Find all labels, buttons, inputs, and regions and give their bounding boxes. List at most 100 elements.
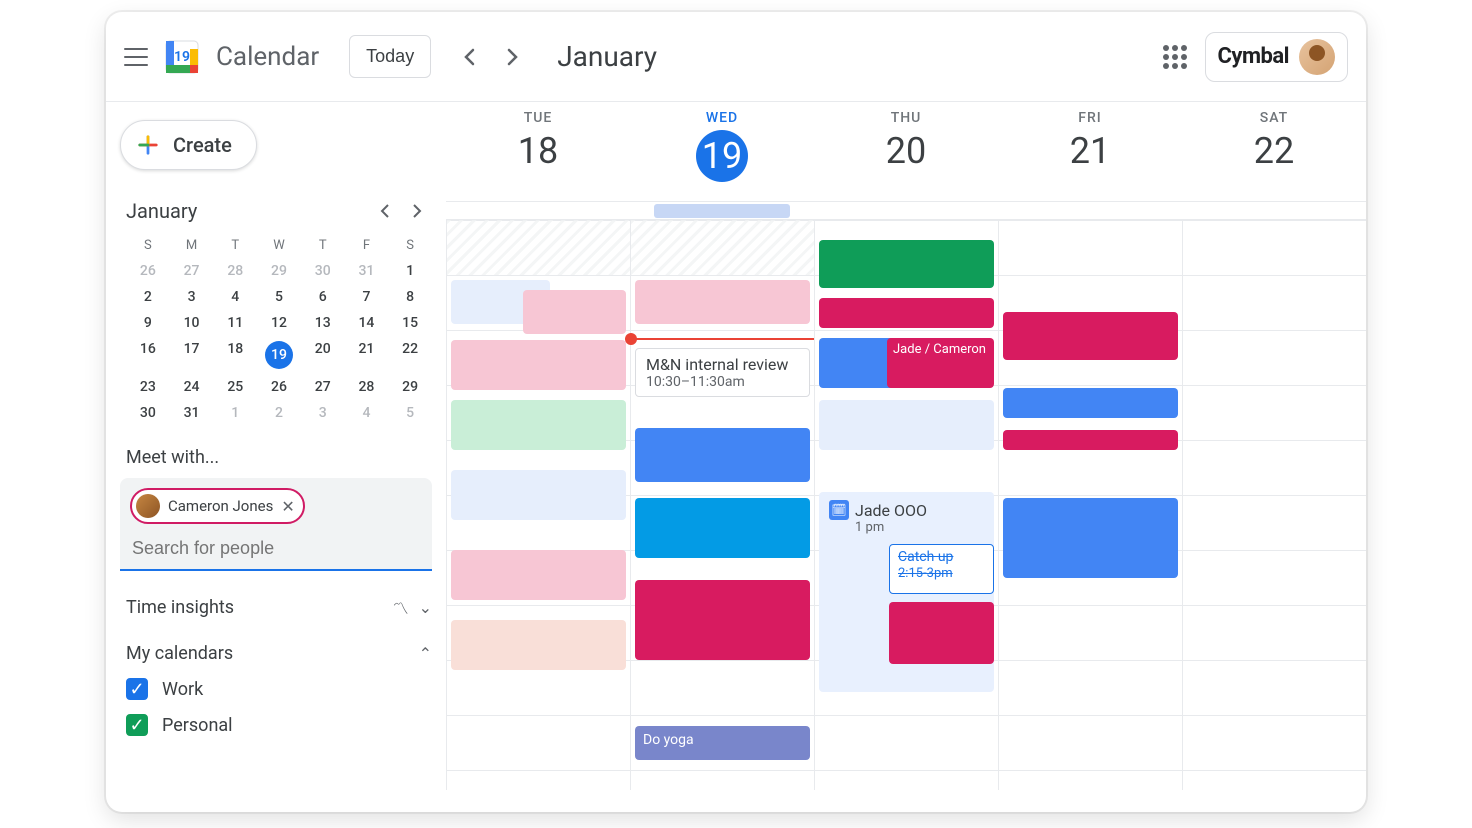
mini-day[interactable]: 25 [213, 379, 257, 395]
day-header[interactable]: WED19 [630, 102, 814, 201]
declined-event[interactable]: Catch up 2:15-3pm [889, 544, 994, 594]
remove-chip-icon[interactable]: ✕ [281, 497, 294, 516]
event-block[interactable] [635, 498, 810, 558]
mini-day[interactable]: 16 [126, 341, 170, 369]
mini-day[interactable]: 8 [388, 289, 432, 305]
prev-period-button[interactable] [449, 37, 489, 77]
mini-day[interactable]: 3 [301, 405, 345, 421]
mini-day[interactable]: 5 [257, 289, 301, 305]
mini-day[interactable]: 27 [170, 263, 214, 279]
dow-label: SAT [1182, 110, 1366, 126]
mini-day[interactable]: 30 [126, 405, 170, 421]
day-header[interactable]: SAT22 [1182, 102, 1366, 201]
person-chip[interactable]: Cameron Jones ✕ [130, 488, 305, 524]
next-period-button[interactable] [493, 37, 533, 77]
calendar-item[interactable]: ✓Work [126, 678, 432, 700]
calendar-item[interactable]: ✓Personal [126, 714, 432, 736]
event-block[interactable] [451, 400, 626, 450]
mini-day[interactable]: 11 [213, 315, 257, 331]
event-block[interactable]: Do yoga [635, 726, 810, 760]
mini-day[interactable]: 30 [301, 263, 345, 279]
date-number: 19 [630, 130, 814, 182]
event-block[interactable] [523, 290, 626, 334]
event-block[interactable] [635, 280, 810, 324]
mini-day[interactable]: 23 [126, 379, 170, 395]
event-block[interactable] [1003, 430, 1178, 450]
day-column-fri [998, 220, 1182, 790]
my-calendars-row[interactable]: My calendars ⌃ [120, 643, 432, 664]
mini-day[interactable]: 4 [213, 289, 257, 305]
search-people-input[interactable] [130, 524, 422, 569]
mini-day[interactable]: 31 [170, 405, 214, 421]
event-block[interactable] [819, 240, 994, 288]
mini-day[interactable]: 2 [257, 405, 301, 421]
mini-day[interactable]: 7 [345, 289, 389, 305]
mini-day[interactable]: 3 [170, 289, 214, 305]
day-header[interactable]: TUE18 [446, 102, 630, 201]
event-block[interactable]: Jade / Cameron [887, 338, 994, 388]
mini-day[interactable]: 1 [388, 263, 432, 279]
mini-day[interactable]: 19 [257, 341, 301, 369]
mini-day[interactable]: 15 [388, 315, 432, 331]
mini-day[interactable]: 1 [213, 405, 257, 421]
event-block[interactable] [451, 340, 626, 390]
event-block[interactable] [1003, 498, 1178, 578]
google-apps-icon[interactable] [1163, 45, 1187, 69]
mini-day[interactable]: 29 [257, 263, 301, 279]
menu-icon[interactable] [124, 45, 148, 69]
mini-next-button[interactable] [402, 196, 432, 226]
mini-day[interactable]: 20 [301, 341, 345, 369]
event-block[interactable] [451, 550, 626, 600]
mini-day[interactable]: 2 [126, 289, 170, 305]
event-block[interactable] [889, 602, 994, 664]
mini-calendar: January SMTWTFS2627282930311234567891011… [120, 196, 432, 421]
mini-day[interactable]: 26 [126, 263, 170, 279]
time-grid[interactable]: M&N internal review 10:30–11:30am Do yog… [446, 220, 1366, 790]
mini-day[interactable]: 21 [345, 341, 389, 369]
event-block[interactable] [1003, 312, 1178, 360]
event-block[interactable] [819, 298, 994, 328]
event-title: Catch up [898, 549, 953, 565]
mini-day[interactable]: 28 [213, 263, 257, 279]
mini-day[interactable]: 17 [170, 341, 214, 369]
calendar-checkbox[interactable]: ✓ [126, 678, 148, 700]
event-block[interactable] [635, 580, 810, 660]
ooo-icon: 🗓 [829, 500, 849, 520]
mini-prev-button[interactable] [370, 196, 400, 226]
allday-event[interactable] [654, 204, 790, 218]
today-button[interactable]: Today [349, 35, 431, 78]
mini-day[interactable]: 12 [257, 315, 301, 331]
suggested-event[interactable]: M&N internal review 10:30–11:30am [635, 348, 810, 397]
create-button[interactable]: Create [120, 120, 257, 170]
mini-day[interactable]: 24 [170, 379, 214, 395]
mini-day[interactable]: 18 [213, 341, 257, 369]
mini-day[interactable]: 29 [388, 379, 432, 395]
mini-dow: M [170, 238, 214, 253]
mini-day[interactable]: 4 [345, 405, 389, 421]
date-number: 18 [446, 130, 630, 172]
mini-day[interactable]: 10 [170, 315, 214, 331]
mini-day[interactable]: 22 [388, 341, 432, 369]
mini-day[interactable]: 5 [388, 405, 432, 421]
event-block[interactable] [451, 620, 626, 670]
mini-day[interactable]: 13 [301, 315, 345, 331]
event-block[interactable] [635, 428, 810, 482]
account-chip[interactable]: Cymbal [1205, 32, 1349, 82]
calendar-checkbox[interactable]: ✓ [126, 714, 148, 736]
mini-day[interactable]: 28 [345, 379, 389, 395]
event-block[interactable] [819, 400, 994, 450]
suggested-event-title: M&N internal review [646, 355, 788, 374]
period-nav [449, 37, 533, 77]
mini-day[interactable]: 31 [345, 263, 389, 279]
day-header[interactable]: THU20 [814, 102, 998, 201]
event-block[interactable] [451, 470, 626, 520]
mini-day[interactable]: 9 [126, 315, 170, 331]
person-avatar [136, 494, 160, 518]
mini-day[interactable]: 6 [301, 289, 345, 305]
event-block[interactable] [1003, 388, 1178, 418]
mini-day[interactable]: 27 [301, 379, 345, 395]
mini-day[interactable]: 26 [257, 379, 301, 395]
mini-day[interactable]: 14 [345, 315, 389, 331]
day-header[interactable]: FRI21 [998, 102, 1182, 201]
time-insights-row[interactable]: Time insights 〽 ⌄ [120, 595, 432, 619]
